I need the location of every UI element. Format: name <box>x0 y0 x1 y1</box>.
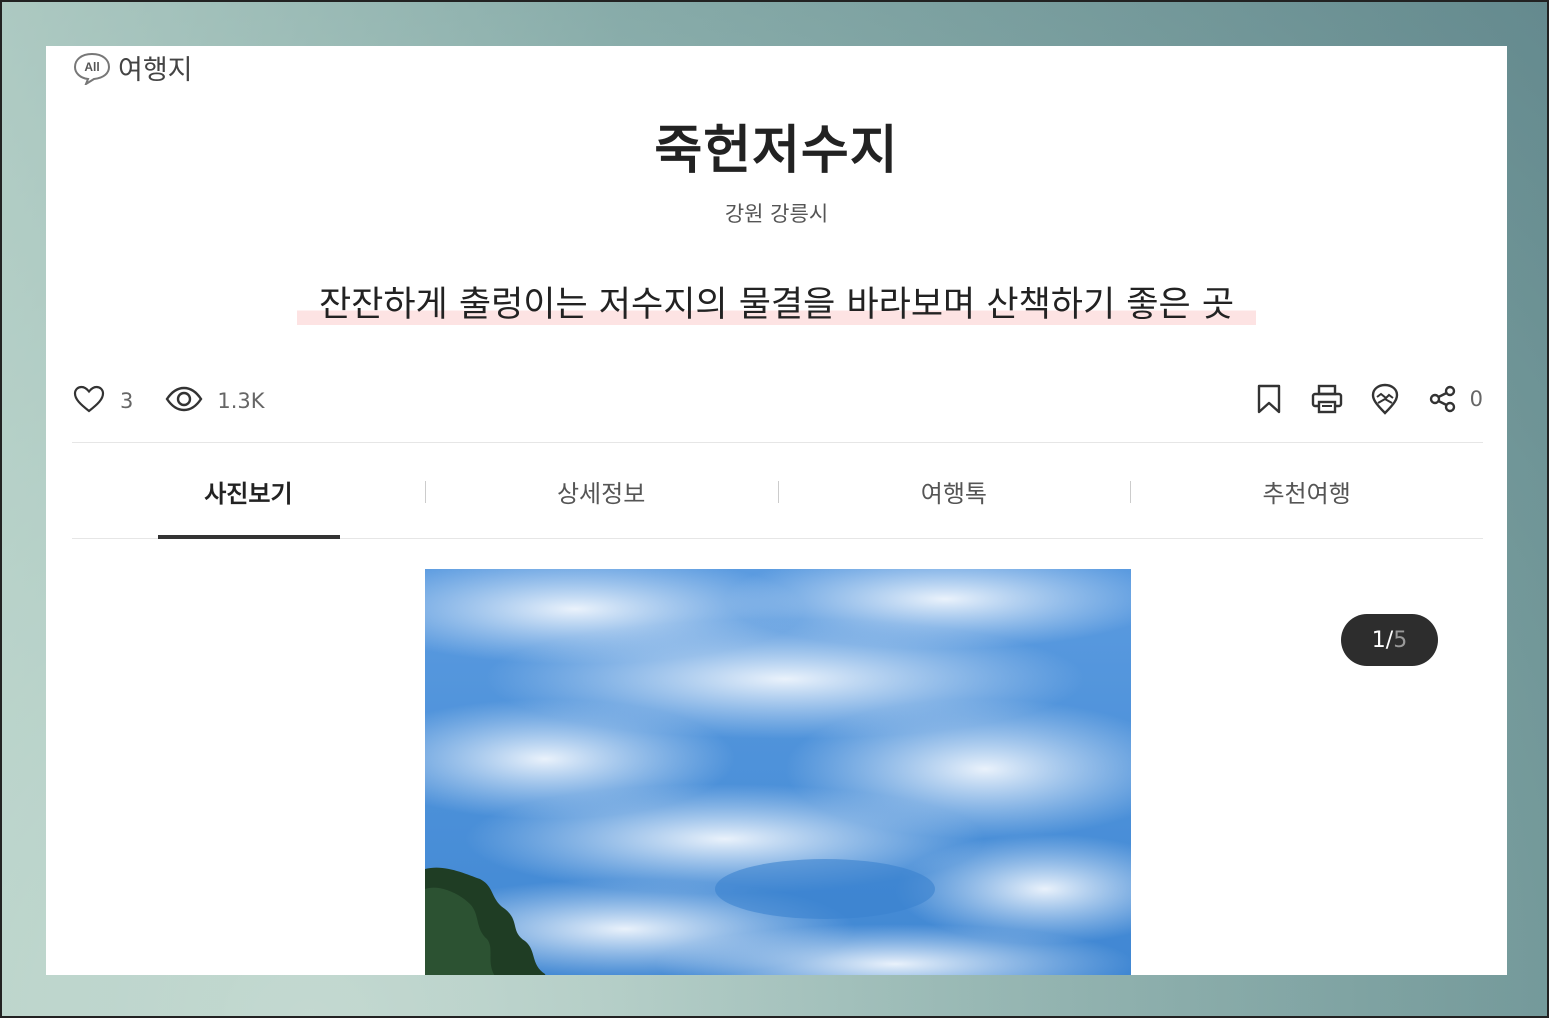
tab-details[interactable]: 상세정보 <box>424 444 778 538</box>
pager-current: 1 <box>1371 627 1386 653</box>
page-title: 죽헌저수지 <box>654 121 899 181</box>
action-toolbar: 0 <box>1228 382 1483 416</box>
like-stat[interactable]: 3 <box>72 384 133 418</box>
category-label: 여행지 <box>118 55 193 86</box>
content-card: All 여행지 죽헌저수지 강원 강릉시 잔잔하게 출렁이는 저수지의 물결을 … <box>46 46 1507 975</box>
gallery-pager: 1/5 <box>1341 614 1438 666</box>
pager-separator: / <box>1385 627 1394 653</box>
stats-bar: 3 1.3K <box>72 384 297 418</box>
region-label: 강원 강릉시 <box>724 202 829 226</box>
map-pin-icon[interactable] <box>1368 382 1402 416</box>
heart-icon[interactable] <box>72 384 106 418</box>
gallery-photo[interactable] <box>425 569 1131 975</box>
view-count: 1.3K <box>217 389 265 413</box>
eye-icon <box>165 385 203 417</box>
view-stat: 1.3K <box>165 385 265 417</box>
tab-recommended-trips[interactable]: 추천여행 <box>1130 444 1483 538</box>
pager-total: 5 <box>1393 627 1408 653</box>
share-icon[interactable] <box>1426 382 1460 416</box>
category-breadcrumb[interactable]: All 여행지 <box>72 48 193 87</box>
tab-travel-talk[interactable]: 여행톡 <box>777 444 1131 538</box>
tab-photos[interactable]: 사진보기 <box>72 444 425 539</box>
print-icon[interactable] <box>1310 382 1344 416</box>
like-count: 3 <box>120 389 134 413</box>
tagline: 잔잔하게 출렁이는 저수지의 물결을 바라보며 산책하기 좋은 곳 <box>296 276 1257 327</box>
divider <box>72 442 1483 443</box>
all-badge-text: All <box>84 60 99 74</box>
tab-bar: 사진보기 상세정보 여행톡 추천여행 <box>72 444 1483 539</box>
bookmark-icon[interactable] <box>1252 382 1286 416</box>
share-count: 0 <box>1469 387 1483 411</box>
all-speech-bubble-icon: All <box>72 51 112 86</box>
